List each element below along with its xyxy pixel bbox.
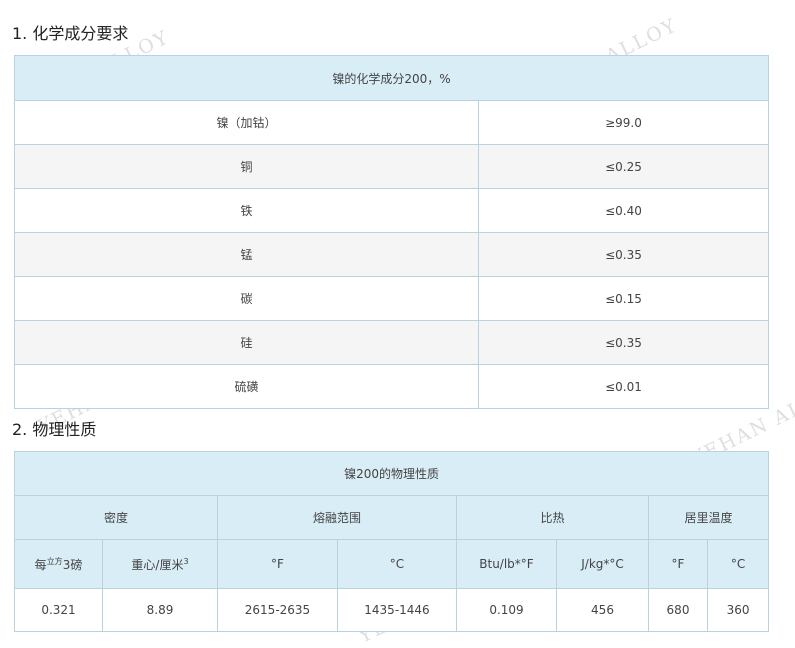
value-cell: ≤0.35 — [478, 320, 769, 365]
value-cell: 0.109 — [456, 588, 557, 632]
table-row: 铁 ≤0.40 — [14, 188, 769, 233]
element-cell: 碳 — [14, 276, 479, 321]
unit-header-melt-f: °F — [217, 539, 338, 589]
chemical-composition-table: 镍的化学成分200，% 镍（加钴） ≥99.0 铜 ≤0.25 铁 ≤0.40 … — [14, 55, 769, 409]
value-cell: ≤0.40 — [478, 188, 769, 233]
table-row: 铜 ≤0.25 — [14, 144, 769, 189]
unit-base: 每 — [34, 557, 47, 572]
value-cell: ≤0.25 — [478, 144, 769, 189]
table-row: 镍（加钴） ≥99.0 — [14, 100, 769, 145]
table-row: 碳 ≤0.15 — [14, 276, 769, 321]
group-header-specific-heat: 比热 — [456, 495, 649, 540]
unit-superscript: 立方 — [46, 556, 63, 566]
group-header-melting: 熔融范围 — [217, 495, 457, 540]
unit-header-curie-f: °F — [648, 539, 708, 589]
value-cell: ≥99.0 — [478, 100, 769, 145]
value-cell: 680 — [648, 588, 708, 632]
value-cell: 1435-1446 — [337, 588, 457, 632]
unit-tail: 3磅 — [62, 557, 83, 572]
value-cell: 2615-2635 — [217, 588, 338, 632]
value-cell: ≤0.35 — [478, 232, 769, 277]
table-row: 0.321 8.89 2615-2635 1435-1446 0.109 456… — [14, 588, 770, 632]
table-caption: 镍的化学成分200，% — [14, 55, 769, 101]
table-caption: 镍200的物理性质 — [13, 451, 770, 496]
unit-header-heat-metric: J/kg*°C — [556, 539, 649, 589]
value-cell: ≤0.15 — [478, 276, 769, 321]
unit-header-melt-c: °C — [337, 539, 457, 589]
unit-superscript: 3 — [183, 556, 189, 566]
value-cell: 360 — [706, 588, 770, 632]
section-title-physical: 2. 物理性质 — [12, 420, 97, 439]
table-row: 硫磺 ≤0.01 — [14, 364, 769, 409]
element-cell: 铜 — [14, 144, 479, 189]
element-cell: 铁 — [14, 188, 479, 233]
value-cell: 0.321 — [14, 588, 103, 632]
value-cell: 456 — [556, 588, 649, 632]
element-cell: 硫磺 — [14, 364, 479, 409]
group-header-curie: 居里温度 — [647, 495, 770, 540]
table-row: 锰 ≤0.35 — [14, 232, 769, 277]
unit-header-heat-imperial: Btu/lb*°F — [456, 539, 557, 589]
section-title-chemical: 1. 化学成分要求 — [12, 24, 129, 43]
element-cell: 锰 — [14, 232, 479, 277]
value-cell: 8.89 — [102, 588, 218, 632]
value-cell: ≤0.01 — [478, 364, 769, 409]
unit-header-density-metric: 重心/厘米3 — [102, 539, 218, 589]
group-header-density: 密度 — [14, 495, 218, 540]
element-cell: 硅 — [14, 320, 479, 365]
element-cell: 镍（加钴） — [14, 100, 479, 145]
physical-properties-table: 镍200的物理性质 密度 熔融范围 比热 居里温度 每立方3磅 重心/厘米3 °… — [13, 451, 770, 632]
unit-header-density-imperial: 每立方3磅 — [14, 539, 103, 589]
unit-base: 重心/厘米 — [131, 557, 184, 572]
table-row: 硅 ≤0.35 — [14, 320, 769, 365]
unit-header-curie-c: °C — [706, 539, 770, 589]
